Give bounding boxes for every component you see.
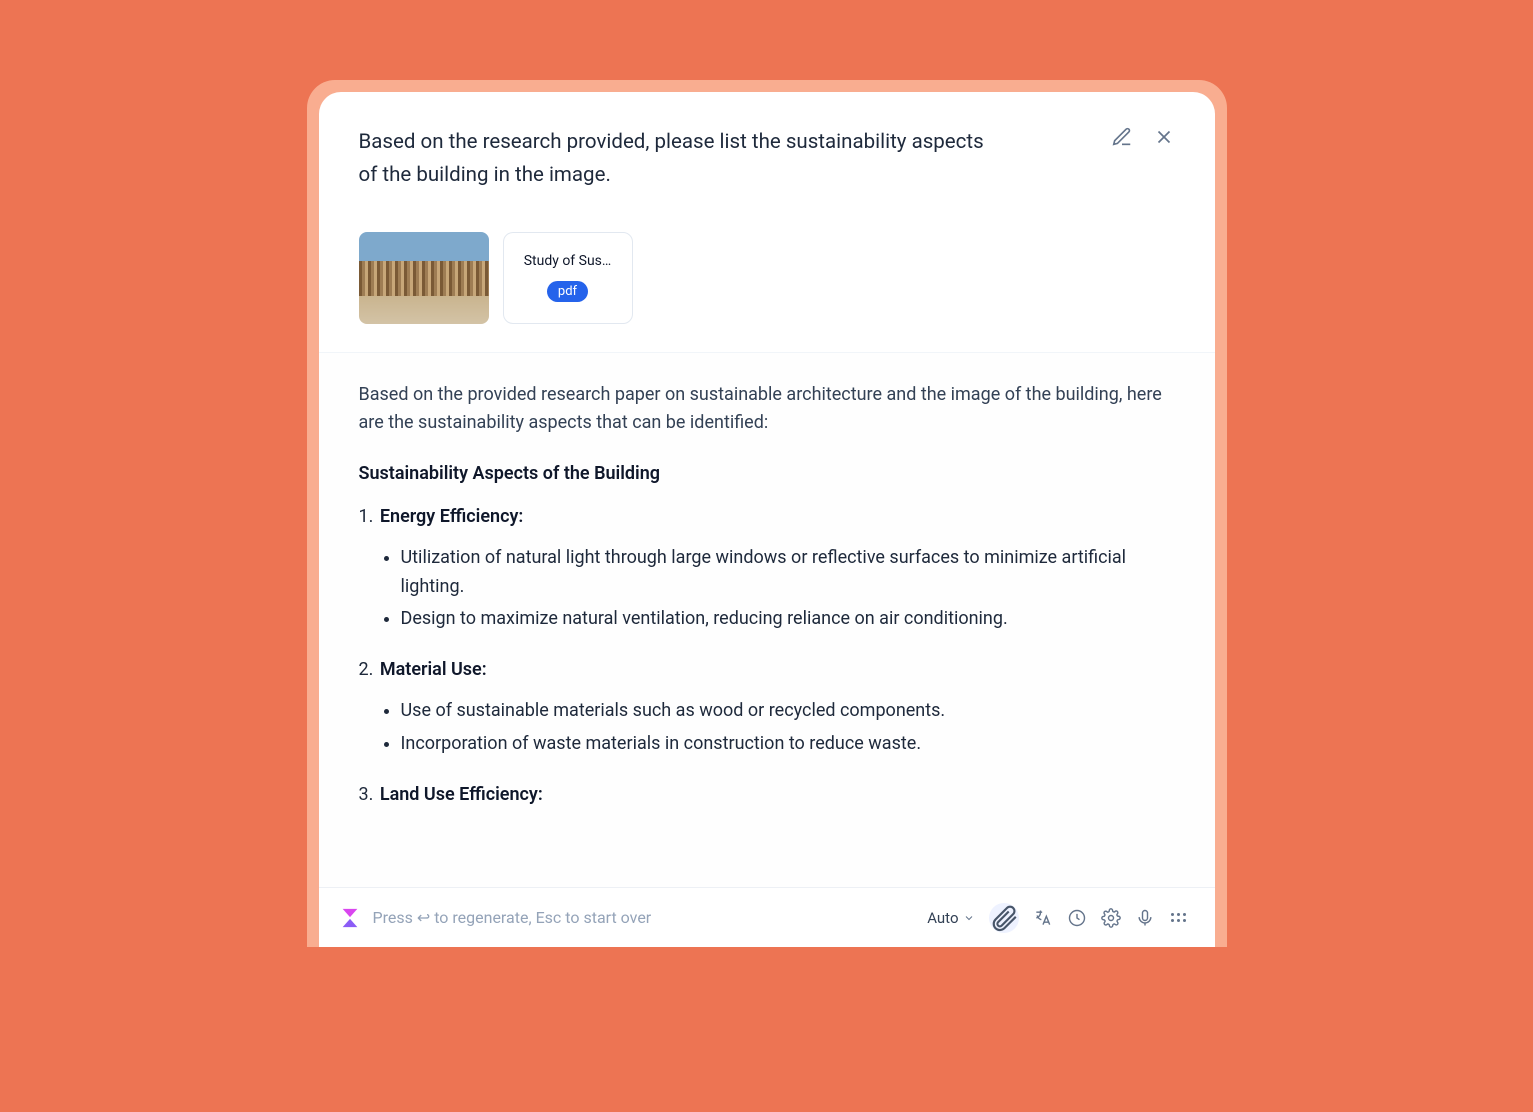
list-title: Land Use Efficiency: <box>380 784 543 805</box>
input-bar: Press ↩ to regenerate, Esc to start over… <box>319 887 1215 947</box>
bullet-item: Incorporation of waste materials in cons… <box>401 730 1175 759</box>
attachments-row: Study of Sus… pdf <box>319 220 1215 352</box>
translate-icon[interactable] <box>1033 908 1053 928</box>
chat-card: Based on the research provided, please l… <box>319 92 1215 947</box>
assistant-response: Based on the provided research paper on … <box>319 353 1215 887</box>
mode-label: Auto <box>927 909 958 927</box>
list-number: 3. <box>359 784 374 805</box>
attachment-doc-name: Study of Sus… <box>514 253 622 269</box>
outer-frame: Based on the research provided, please l… <box>307 80 1227 947</box>
response-intro: Based on the provided research paper on … <box>359 381 1175 439</box>
bullet-item: Utilization of natural light through lar… <box>401 544 1175 602</box>
input-tools: Auto <box>927 903 1188 933</box>
chevron-down-icon <box>963 912 975 924</box>
user-prompt: Based on the research provided, please l… <box>359 126 999 192</box>
clock-icon[interactable] <box>1067 908 1087 928</box>
list-number: 2. <box>359 659 374 680</box>
list-item: 3. Land Use Efficiency: <box>359 781 1175 810</box>
bullet-item: Design to maximize natural ventilation, … <box>401 605 1175 634</box>
gear-icon[interactable] <box>1101 908 1121 928</box>
list-title: Energy Efficiency: <box>380 506 523 527</box>
list-item: 2. Material Use: <box>359 656 1175 685</box>
header-actions <box>1111 126 1175 148</box>
bullet-list: Use of sustainable materials such as woo… <box>359 697 1175 759</box>
bullet-list: Utilization of natural light through lar… <box>359 544 1175 634</box>
building-image-placeholder <box>359 261 489 296</box>
more-grid-icon[interactable] <box>1169 908 1189 928</box>
list-item: 1. Energy Efficiency: <box>359 503 1175 532</box>
bullet-item: Use of sustainable materials such as woo… <box>401 697 1175 726</box>
response-heading: Sustainability Aspects of the Building <box>359 460 1175 489</box>
edit-icon[interactable] <box>1111 126 1133 148</box>
list-title: Material Use: <box>380 659 487 680</box>
input-placeholder[interactable]: Press ↩ to regenerate, Esc to start over <box>373 908 916 927</box>
mode-selector[interactable]: Auto <box>927 909 974 927</box>
attach-icon[interactable] <box>989 903 1019 933</box>
attachment-doc-type-badge: pdf <box>547 281 588 302</box>
microphone-icon[interactable] <box>1135 908 1155 928</box>
app-logo-icon <box>339 907 361 929</box>
list-number: 1. <box>359 506 374 527</box>
attachment-document[interactable]: Study of Sus… pdf <box>503 232 633 324</box>
close-icon[interactable] <box>1153 126 1175 148</box>
prompt-header: Based on the research provided, please l… <box>319 92 1215 220</box>
attachment-image[interactable] <box>359 232 489 324</box>
